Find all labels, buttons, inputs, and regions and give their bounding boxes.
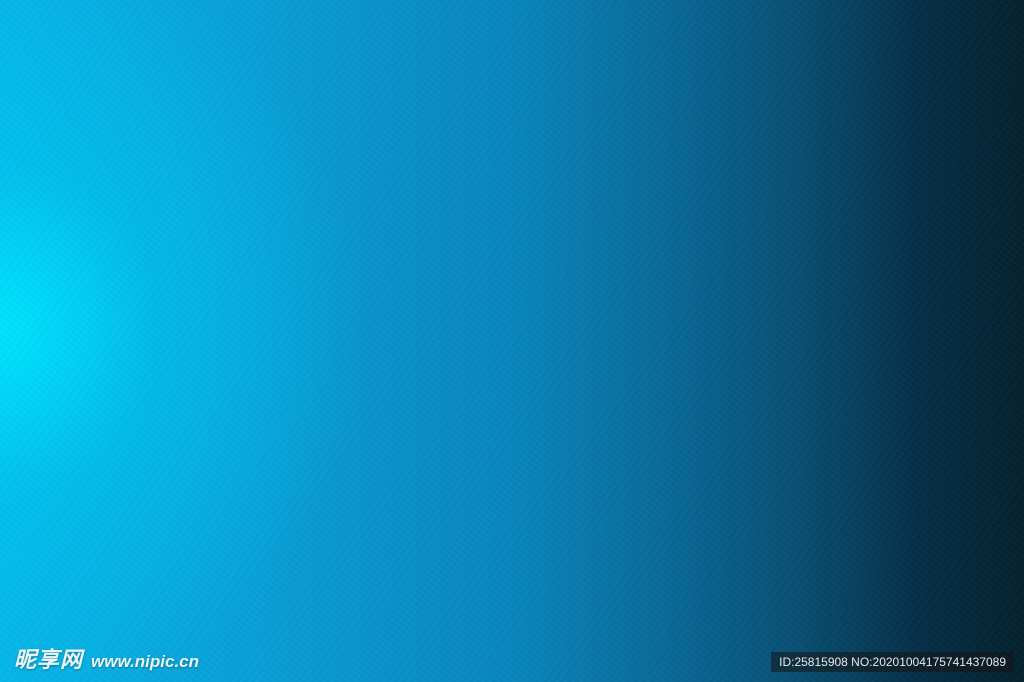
watermark-bar: 昵享网 www.nipic.cn ID:25815908 NO:20201004… (0, 642, 1024, 682)
logo-text: 昵享网 (14, 648, 84, 673)
site-url: www.nipic.cn (91, 652, 200, 671)
gradient-background: 昵享网 www.nipic.cn ID:25815908 NO:20201004… (0, 0, 1024, 682)
image-id-label: ID:25815908 NO:20201004175741437089 (771, 652, 1014, 672)
paper-texture-overlay (0, 0, 1024, 682)
site-logo: 昵享网 www.nipic.cn (14, 642, 199, 674)
